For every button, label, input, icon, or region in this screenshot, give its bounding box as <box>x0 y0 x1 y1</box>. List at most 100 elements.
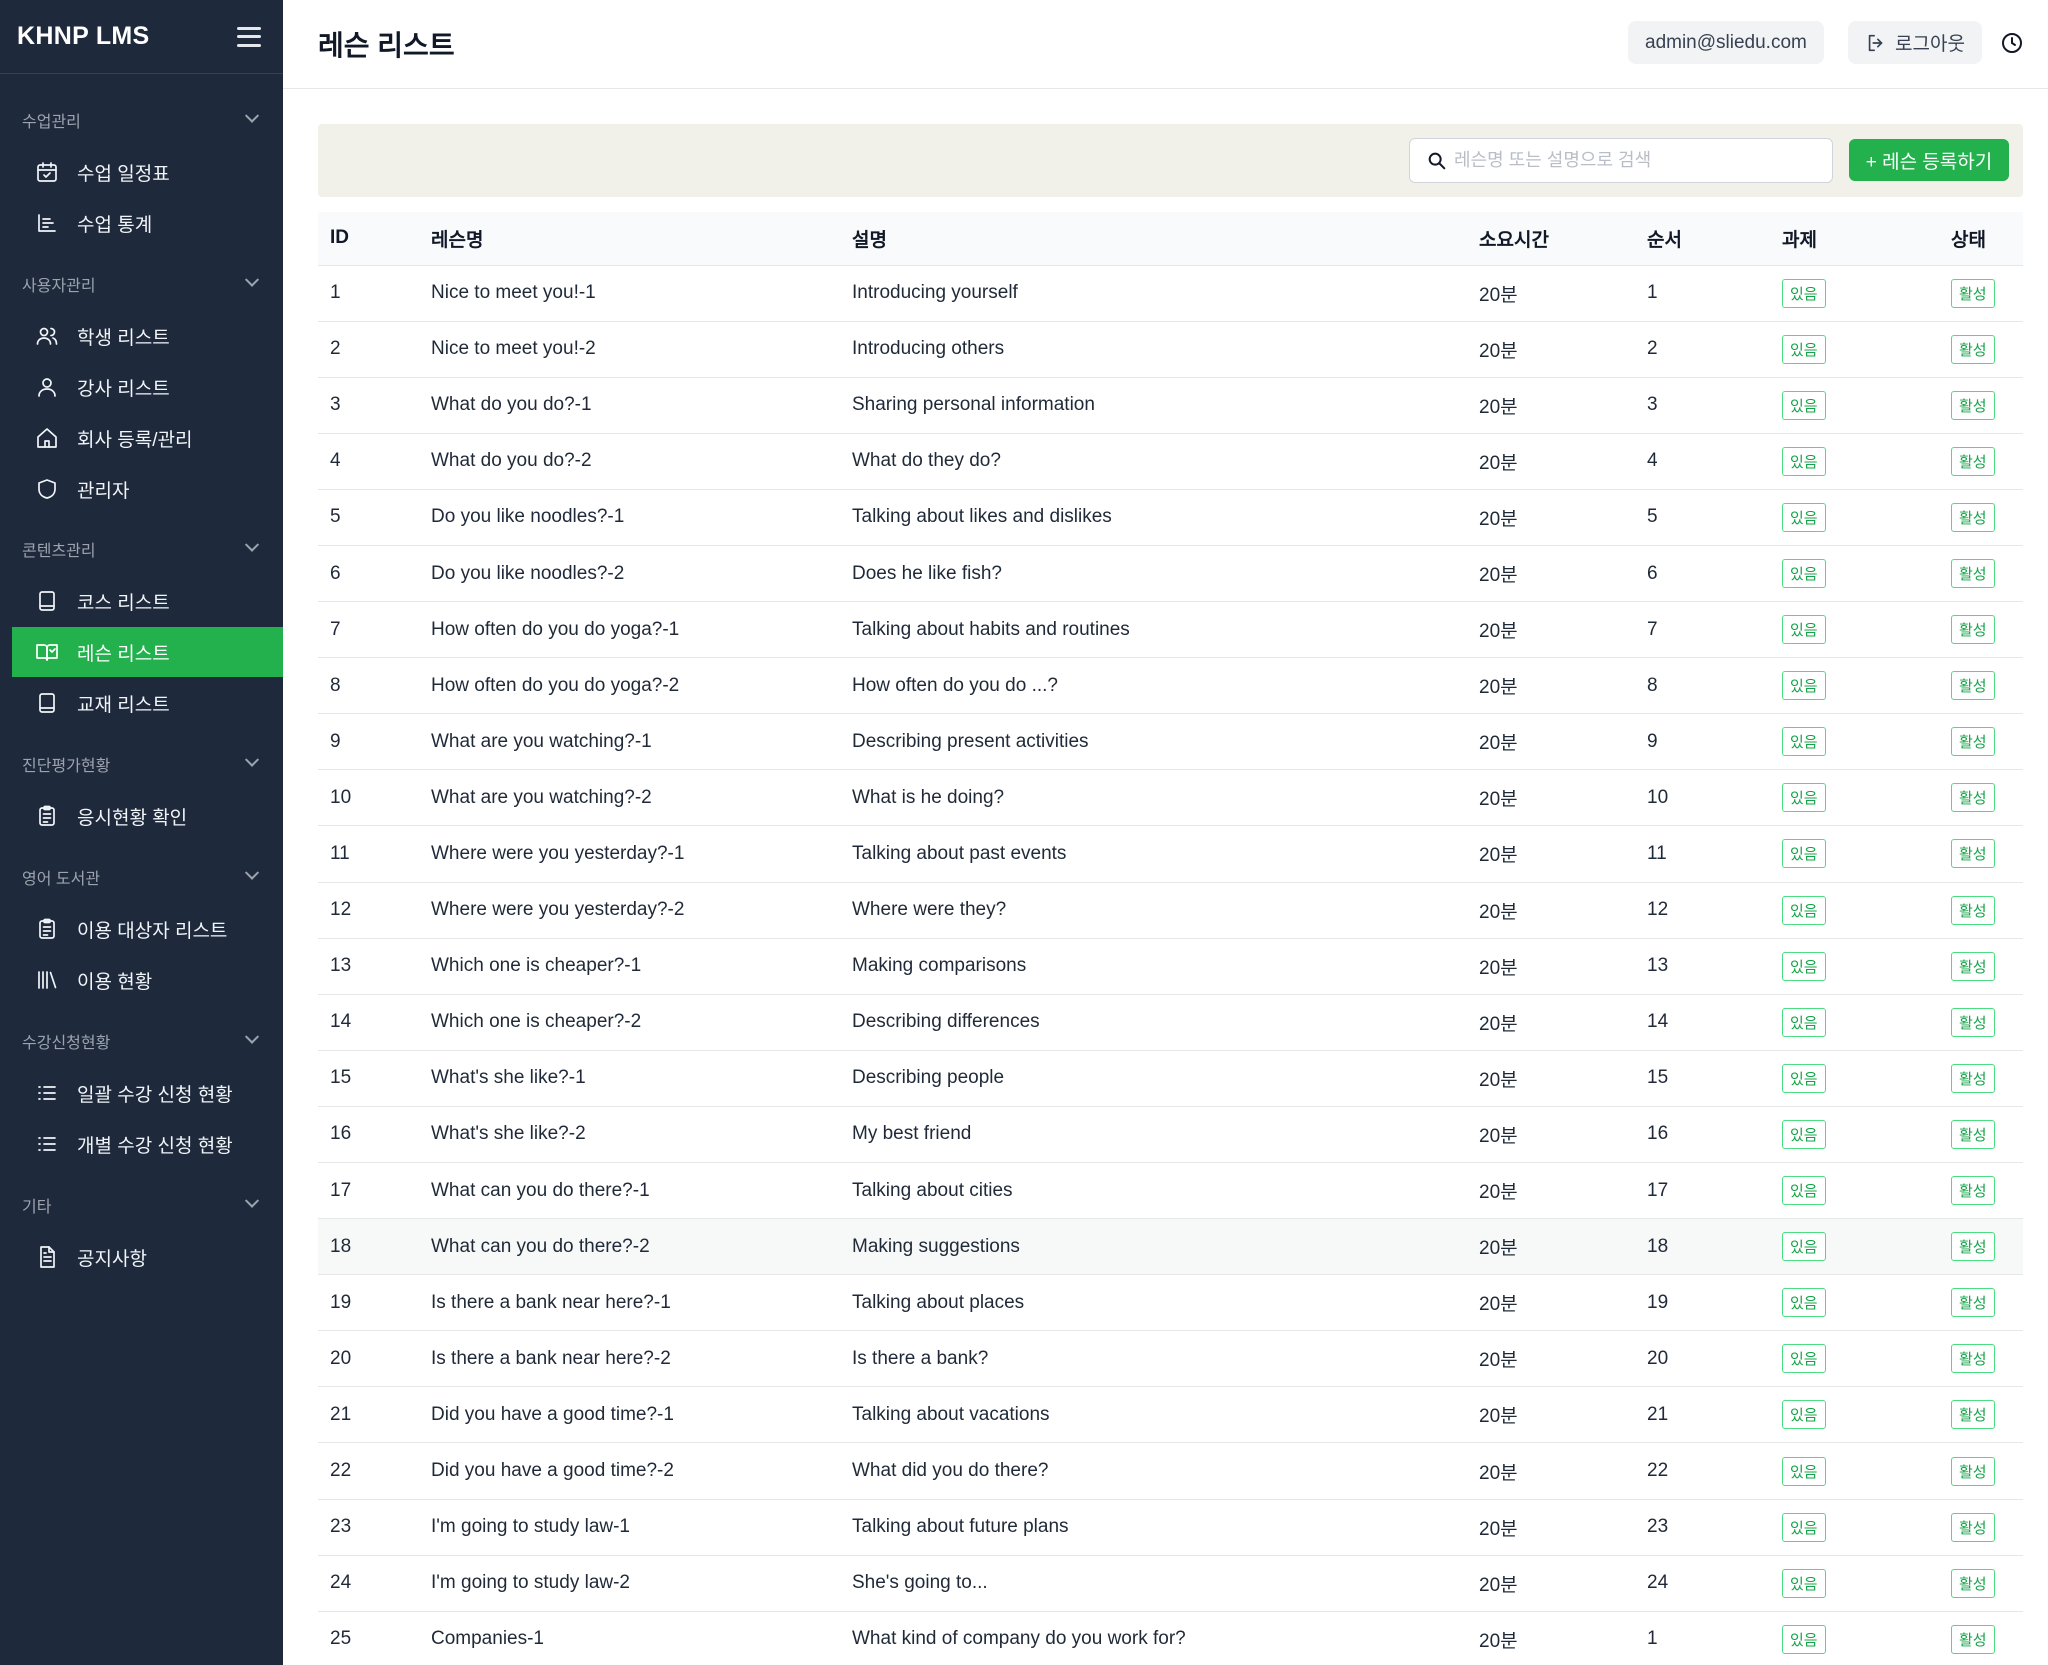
chevron-down-icon <box>244 1029 260 1044</box>
sidebar-section-header[interactable]: 수강신청현황 <box>0 1021 283 1061</box>
table-cell: 14 <box>1647 1011 1669 1033</box>
sidebar-item[interactable]: 수업 통계 <box>12 198 283 248</box>
status-badge: 활성 <box>1951 1007 1995 1037</box>
status-badge: 활성 <box>1951 1400 1995 1430</box>
sidebar-section-header[interactable]: 콘텐츠관리 <box>0 529 283 569</box>
assignment-badge: 있음 <box>1782 671 1826 701</box>
assignment-badge: 있음 <box>1782 727 1826 757</box>
column-header: ID <box>318 212 419 266</box>
sidebar-item[interactable]: 이용 현황 <box>12 955 283 1005</box>
sidebar-item[interactable]: 공지사항 <box>12 1232 283 1282</box>
table-cell: 20분 <box>1479 621 1518 643</box>
table-row[interactable]: 3 What do you do?-1 Sharing personal infor… <box>318 377 2023 434</box>
sidebar-item[interactable]: 강사 리스트 <box>12 362 283 412</box>
table-row[interactable]: 1 Nice to meet you!-1 Introducing yourself… <box>318 265 2023 322</box>
table-row[interactable]: 17 What can you do there?-1 Talking about … <box>318 1163 2023 1219</box>
sidebar-section-header[interactable]: 기타 <box>0 1185 283 1225</box>
table-cell: 활성 <box>1939 1555 2023 1611</box>
sidebar-item[interactable]: 회사 등록/관리 <box>12 413 283 463</box>
table-cell: Talking about habits and routines <box>852 618 1130 640</box>
sidebar-item[interactable]: 관리자 <box>12 464 283 514</box>
table-cell: 16 <box>1647 1123 1669 1145</box>
table-cell: 있음 <box>1770 489 1939 545</box>
sidebar-section-header[interactable]: 수업관리 <box>0 100 283 140</box>
brand-bar: KHNP LMS <box>0 0 283 74</box>
table-row[interactable]: 20 Is there a bank near here?-2 Is there a… <box>318 1331 2023 1387</box>
assignment-badge: 있음 <box>1782 1400 1826 1430</box>
table-cell: What's she like?-1 <box>431 1067 586 1089</box>
sidebar-item-label: 일괄 수강 신청 현황 <box>77 1084 233 1106</box>
table-row[interactable]: 6 Do you like noodles?-2 Does he like fish… <box>318 545 2023 602</box>
table-row[interactable]: 24 I'm going to study law-2 She's going to… <box>318 1555 2023 1612</box>
sidebar-item[interactable]: 이용 대상자 리스트 <box>12 904 283 954</box>
clock-icon[interactable] <box>2000 31 2024 55</box>
sidebar-section-header[interactable]: 사용자관리 <box>0 264 283 304</box>
table-row[interactable]: 11 Where were you yesterday?-1 Talking abo… <box>318 826 2023 883</box>
table-cell: Making comparisons <box>852 955 1027 977</box>
shield-icon <box>35 477 59 501</box>
table-cell: What do they do? <box>852 450 1001 472</box>
sidebar-item-label: 학생 리스트 <box>77 327 170 349</box>
table-cell: 20분 <box>1479 1238 1518 1260</box>
status-badge: 활성 <box>1951 671 1995 701</box>
search-box <box>1409 138 1833 183</box>
sidebar-item-label: 수업 일정표 <box>77 163 170 185</box>
sidebar-item[interactable]: 수업 일정표 <box>12 147 283 197</box>
table-cell: 있음 <box>1770 1331 1939 1387</box>
sidebar-item[interactable]: 개별 수강 신청 현황 <box>12 1119 283 1169</box>
sidebar-section-header[interactable]: 진단평가현황 <box>0 744 283 784</box>
table-cell: 6 <box>1647 562 1658 584</box>
table-cell: Talking about cities <box>852 1179 1013 1201</box>
bar-chart-icon <box>35 211 59 235</box>
table-row[interactable]: 13 Which one is cheaper?-1 Making comparis… <box>318 938 2023 995</box>
table-row[interactable]: 8 How often do you do yoga?-2 How often do… <box>318 658 2023 714</box>
add-lesson-button[interactable]: + 레슨 등록하기 <box>1849 139 2009 181</box>
table-row[interactable]: 5 Do you like noodles?-1 Talking about lik… <box>318 489 2023 546</box>
table-row[interactable]: 9 What are you watching?-1 Describing pres… <box>318 714 2023 770</box>
table-cell: 11 <box>330 842 350 864</box>
sidebar-item[interactable]: 응시현황 확인 <box>12 791 283 841</box>
document-icon <box>35 1245 59 1269</box>
table-row[interactable]: 12 Where were you yesterday?-2 Where were … <box>318 882 2023 939</box>
table-cell: 20분 <box>1479 1630 1518 1652</box>
assignment-badge: 있음 <box>1782 1624 1826 1654</box>
table-cell: 3 <box>1647 394 1658 416</box>
sidebar-item[interactable]: 코스 리스트 <box>12 576 283 626</box>
table-cell: 활성 <box>1939 658 2023 714</box>
sidebar-item[interactable]: 교재 리스트 <box>12 678 283 728</box>
logout-button[interactable]: 로그아웃 <box>1848 21 1982 64</box>
table-cell: 있음 <box>1770 1163 1939 1219</box>
table-row[interactable]: 22 Did you have a good time?-2 What did yo… <box>318 1443 2023 1500</box>
table-row[interactable]: 2 Nice to meet you!-2 Introducing others 20… <box>318 321 2023 378</box>
table-row[interactable]: 4 What do you do?-2 What do they do? 20분 4 있음… <box>318 433 2023 490</box>
table-cell: 활성 <box>1939 1163 2023 1219</box>
hamburger-menu-icon[interactable] <box>237 26 261 47</box>
home-icon <box>35 426 59 450</box>
sidebar-item[interactable]: 학생 리스트 <box>12 311 283 361</box>
table-row[interactable]: 23 I'm going to study law-1 Talking about … <box>318 1499 2023 1556</box>
sidebar-section-header[interactable]: 영어 도서관 <box>0 857 283 897</box>
table-row[interactable]: 7 How often do you do yoga?-1 Talking abou… <box>318 602 2023 658</box>
assignment-badge: 있음 <box>1782 1007 1826 1037</box>
table-row[interactable]: 10 What are you watching?-2 What is he doi… <box>318 770 2023 826</box>
table-cell: What is he doing? <box>852 786 1005 808</box>
table-row[interactable]: 16 What's she like?-2 My best friend 20분 16 있… <box>318 1106 2023 1163</box>
sidebar-item[interactable]: 레슨 리스트 <box>12 627 283 677</box>
table-cell: What are you watching?-2 <box>431 786 652 808</box>
table-row[interactable]: 21 Did you have a good time?-1 Talking abo… <box>318 1387 2023 1443</box>
table-row[interactable]: 19 Is there a bank near here?-1 Talking ab… <box>318 1275 2023 1331</box>
status-badge: 활성 <box>1951 1288 1995 1318</box>
table-cell: 20분 <box>1479 1294 1518 1316</box>
table-row[interactable]: 14 Which one is cheaper?-2 Describing diff… <box>318 994 2023 1051</box>
table-row[interactable]: 15 What's she like?-1 Describing people 20분… <box>318 1050 2023 1107</box>
table-row[interactable]: 25 Companies-1 What kind of company do you… <box>318 1611 2023 1665</box>
sidebar-item[interactable]: 일괄 수강 신청 현황 <box>12 1068 283 1118</box>
logout-icon <box>1868 34 1883 51</box>
table-cell: 3 <box>330 394 341 416</box>
assignment-badge: 있음 <box>1782 951 1826 981</box>
table-body: 1 Nice to meet you!-1 Introducing yourself… <box>318 265 2023 1665</box>
table-cell: 20분 <box>1479 340 1518 362</box>
search-input[interactable] <box>1454 150 1814 171</box>
table-row[interactable]: 18 What can you do there?-2 Making suggest… <box>318 1218 2023 1275</box>
table-cell: 활성 <box>1939 1275 2023 1331</box>
